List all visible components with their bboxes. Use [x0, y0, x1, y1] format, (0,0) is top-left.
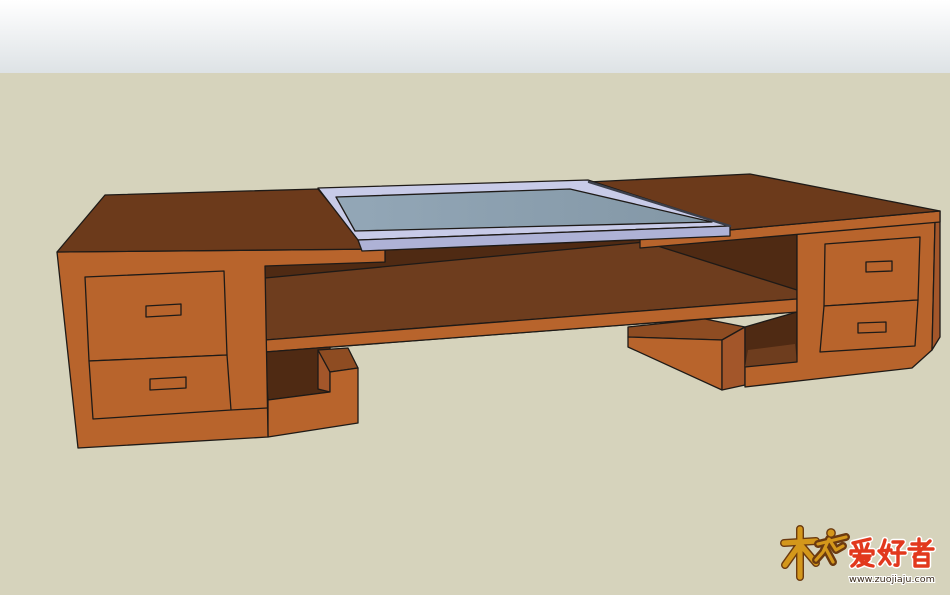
right-drawer-bottom-handle	[857, 321, 887, 334]
logo-hao-glyph	[875, 536, 909, 569]
left-drawer-top-handle	[145, 303, 182, 318]
logo-zhe-glyph	[905, 535, 937, 570]
right-drawer-top-handle	[865, 260, 893, 273]
left-drawer-bottom-handle	[149, 376, 187, 391]
scene: www.zuojiaju.com	[0, 0, 950, 595]
logo-url: www.zuojiaju.com	[849, 575, 935, 585]
sky	[0, 0, 950, 74]
logo-ai-glyph	[847, 535, 877, 570]
